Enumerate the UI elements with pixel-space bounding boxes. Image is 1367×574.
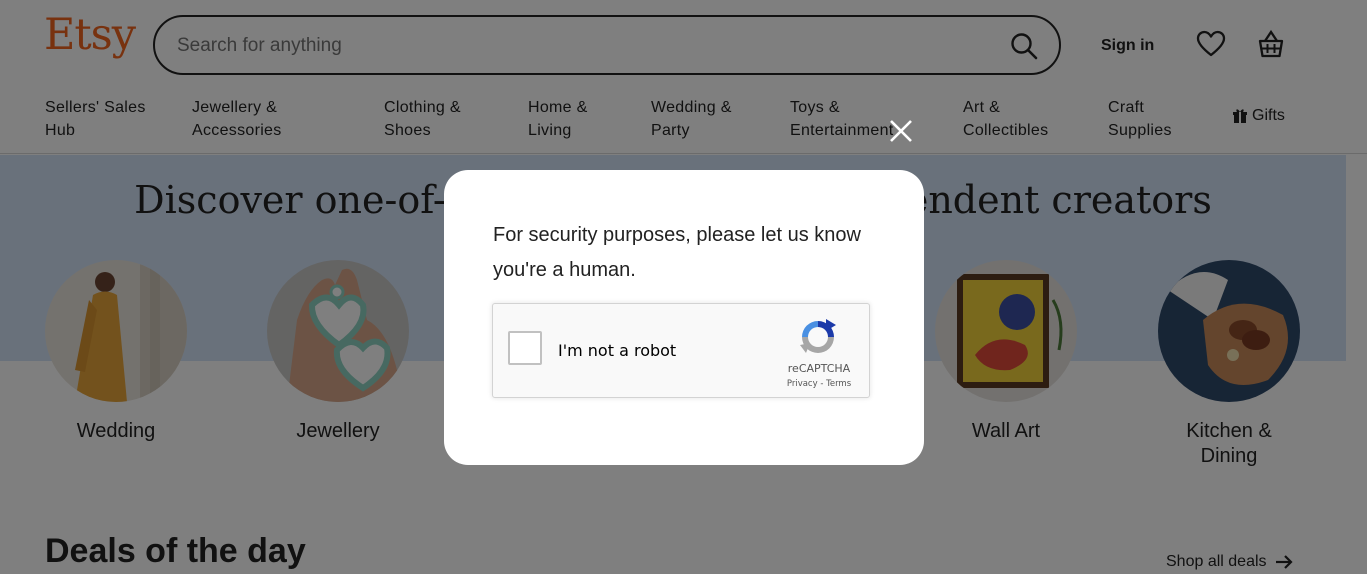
recaptcha-brand: reCAPTCHA	[787, 362, 851, 375]
recaptcha-widget: I'm not a robot reCAPTCHA Privacy - Term…	[492, 303, 870, 398]
recaptcha-logo-icon	[798, 317, 838, 362]
close-icon	[890, 120, 912, 142]
security-message: For security purposes, please let us kno…	[493, 224, 861, 281]
captcha-label: I'm not a robot	[558, 341, 677, 360]
recaptcha-privacy-terms[interactable]: Privacy - Terms	[770, 379, 868, 389]
security-check-modal: For security purposes, please let us kno…	[444, 170, 924, 465]
close-modal-button[interactable]	[887, 117, 915, 145]
not-a-robot-checkbox[interactable]	[508, 331, 542, 365]
